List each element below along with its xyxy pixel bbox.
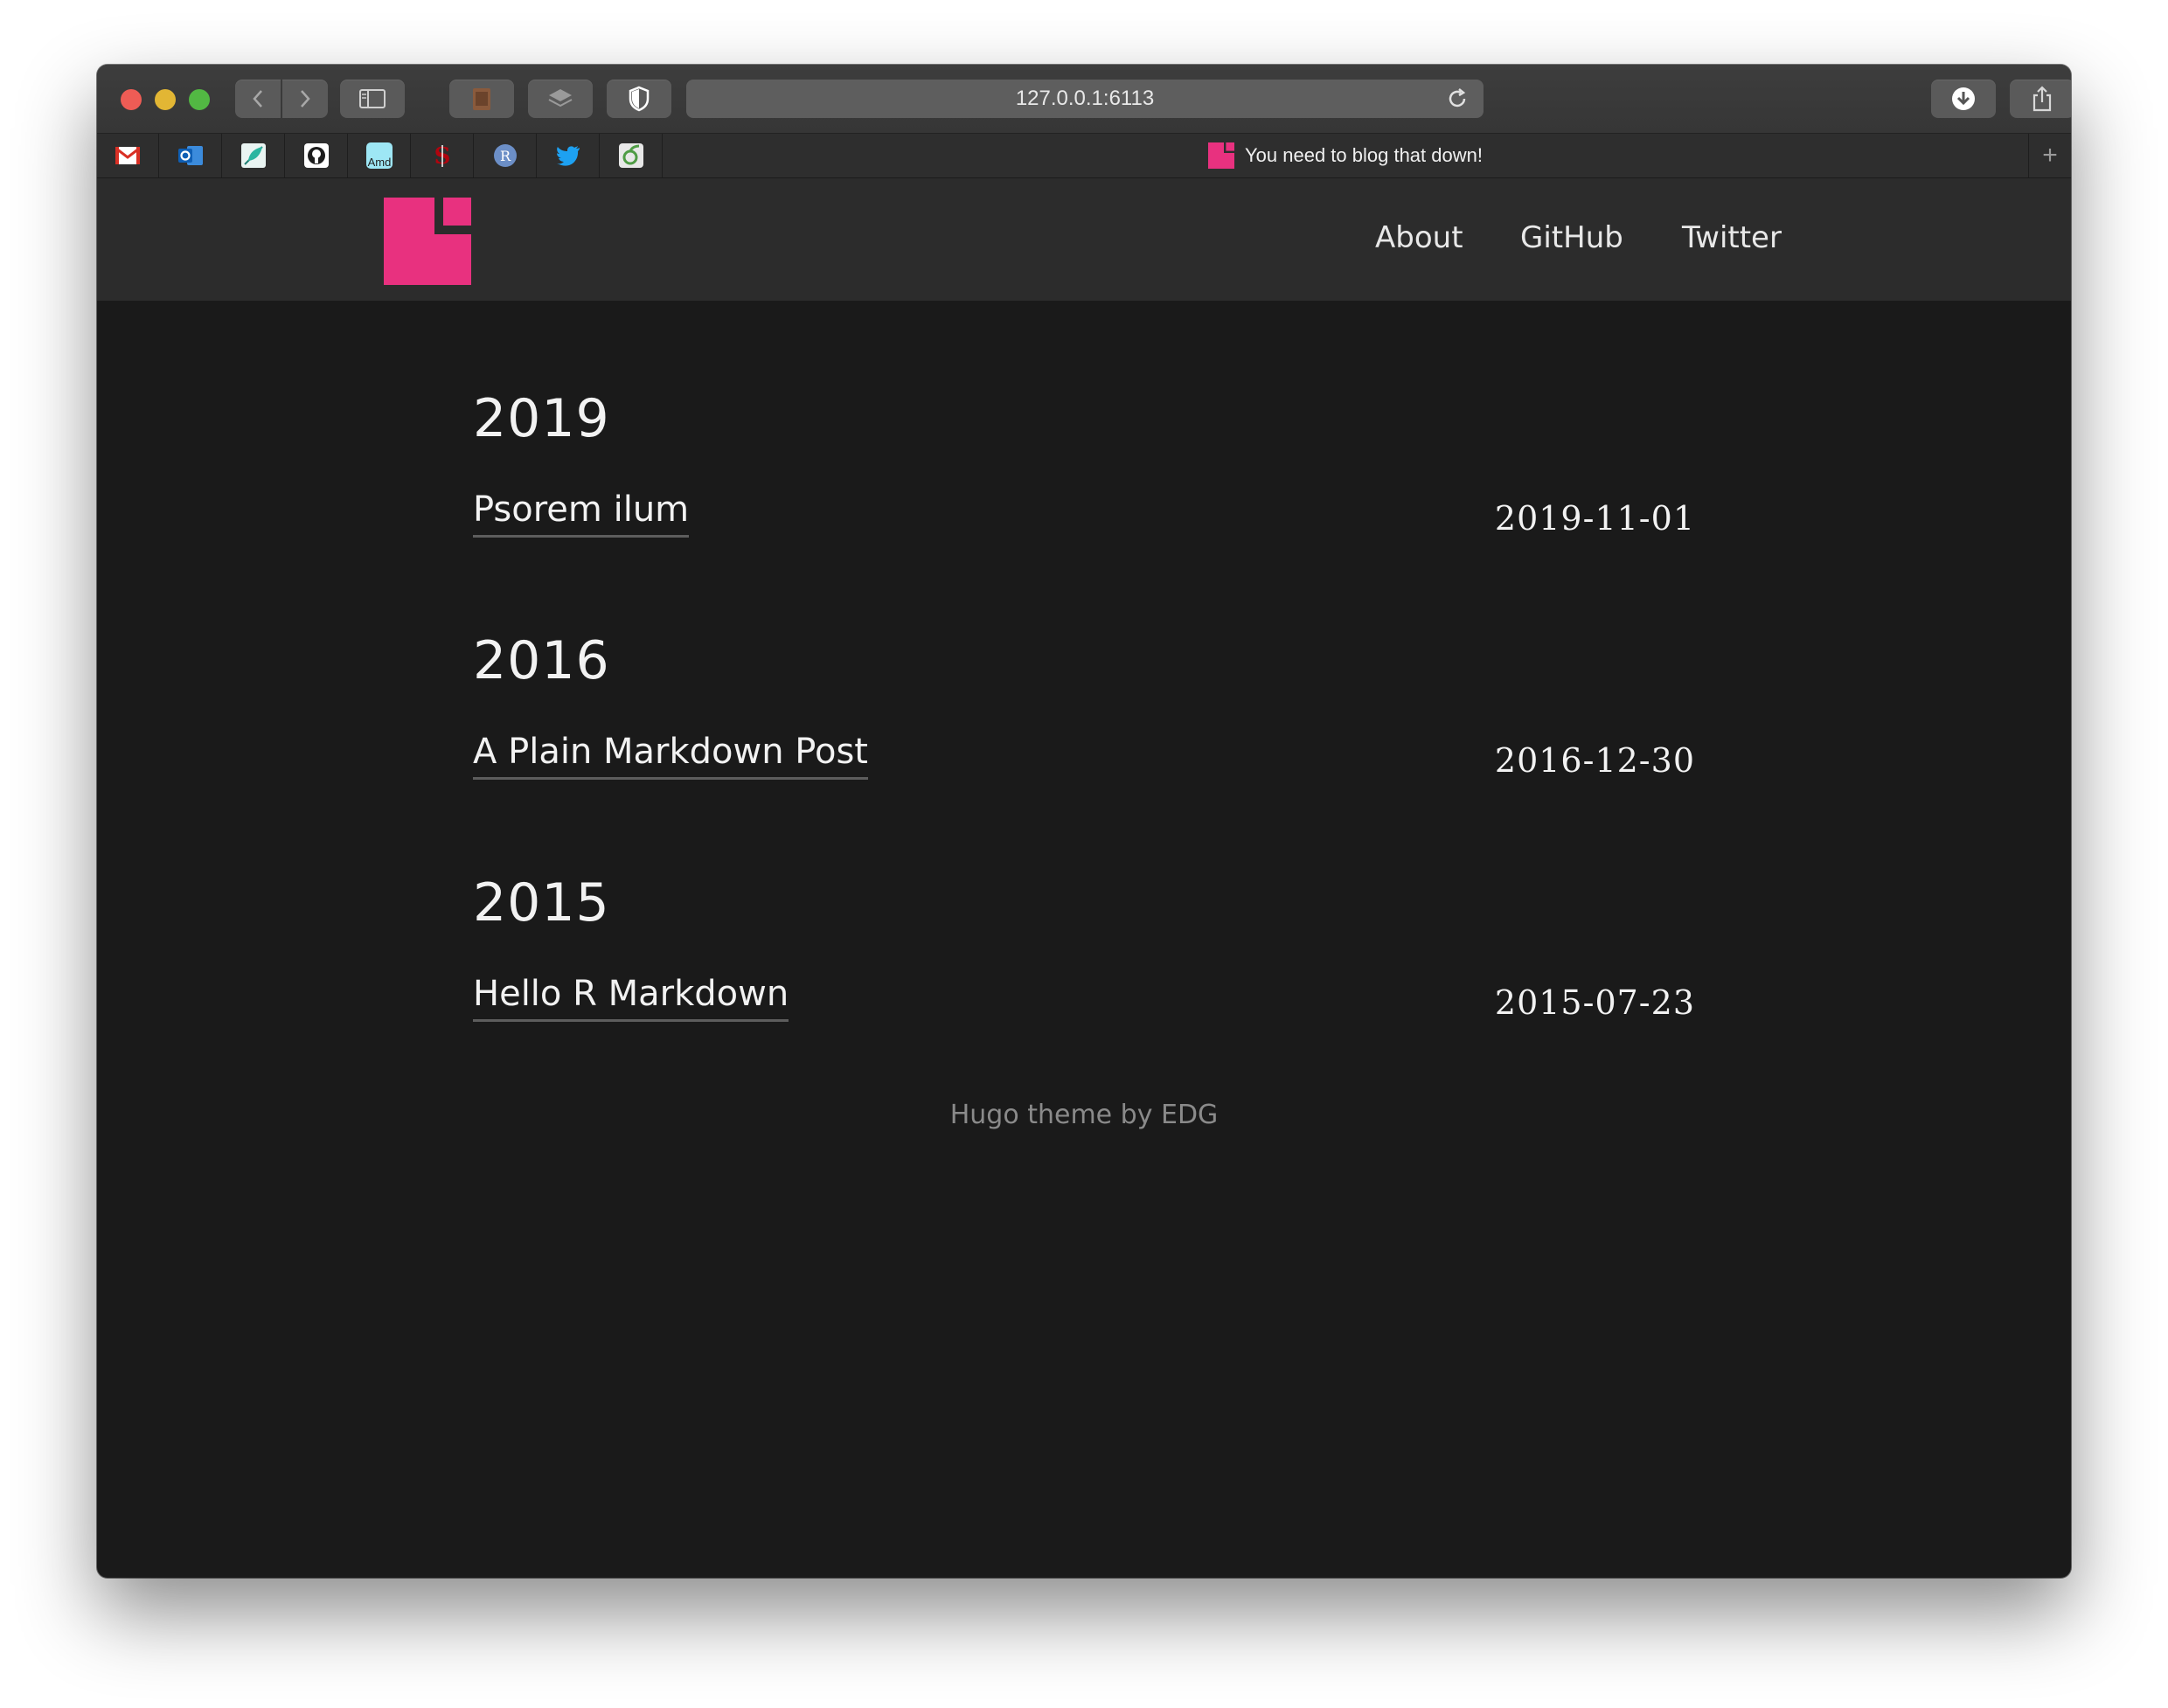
- post-link[interactable]: Hello R Markdown: [473, 974, 789, 1022]
- browser-toolbar: 127.0.0.1:6113: [97, 65, 2071, 134]
- post-date: 2016-12-30: [1494, 741, 1695, 780]
- share-button[interactable]: [2010, 80, 2071, 118]
- extension-button-1[interactable]: [449, 80, 514, 118]
- active-tab[interactable]: You need to blog that down!: [664, 134, 2027, 177]
- amd-icon: Amd: [366, 142, 393, 169]
- sidebar-icon: [359, 89, 386, 108]
- site-footer: Hugo theme by EDG: [949, 1100, 1219, 1130]
- forward-button[interactable]: [282, 80, 328, 118]
- bookmark-feather[interactable]: [223, 134, 285, 177]
- reload-icon[interactable]: [1445, 87, 1470, 111]
- year-heading: 2019: [473, 388, 610, 449]
- new-tab-button[interactable]: +: [2028, 134, 2071, 177]
- nav-twitter-link[interactable]: Twitter: [1682, 220, 1782, 255]
- privacy-button[interactable]: [607, 80, 671, 118]
- minimize-window-button[interactable]: [155, 89, 176, 110]
- chevron-right-icon: [301, 90, 310, 108]
- address-bar[interactable]: 127.0.0.1:6113: [686, 80, 1484, 118]
- browser-window: 127.0.0.1:6113 Amd S R You need to blog …: [97, 65, 2071, 1578]
- feather-icon: [241, 143, 266, 168]
- r-icon: R: [494, 144, 517, 167]
- close-window-button[interactable]: [121, 89, 142, 110]
- sidebar-toggle-button[interactable]: [340, 80, 405, 118]
- share-icon: [2032, 86, 2052, 112]
- site-favicon-icon: [1208, 142, 1234, 169]
- year-heading: 2015: [473, 872, 610, 934]
- nav-about-link[interactable]: About: [1375, 220, 1463, 255]
- github-icon: [304, 143, 329, 168]
- site-logo-icon[interactable]: [384, 198, 471, 285]
- bookmark-amd[interactable]: Amd: [349, 134, 411, 177]
- bookmark-gmail[interactable]: [97, 134, 159, 177]
- nav-github-link[interactable]: GitHub: [1520, 220, 1623, 255]
- plus-icon: +: [2042, 141, 2058, 170]
- post-link[interactable]: Psorem ilum: [473, 489, 690, 538]
- extension-button-2[interactable]: [528, 80, 593, 118]
- zoom-window-button[interactable]: [189, 89, 210, 110]
- download-icon: [1952, 87, 1975, 110]
- post-link[interactable]: A Plain Markdown Post: [473, 732, 868, 780]
- back-button[interactable]: [235, 80, 281, 118]
- downloads-button[interactable]: [1931, 80, 1996, 118]
- bookmark-stanford[interactable]: S: [412, 134, 474, 177]
- stanford-icon: S: [434, 143, 451, 169]
- outlook-icon: [178, 146, 203, 165]
- post-date: 2015-07-23: [1494, 983, 1695, 1022]
- overleaf-icon: [619, 143, 643, 168]
- layers-icon: [548, 89, 573, 108]
- tab-title: You need to blog that down!: [1245, 144, 1483, 166]
- chevron-left-icon: [253, 90, 262, 108]
- bookmark-twitter[interactable]: [538, 134, 600, 177]
- bookmark-github[interactable]: [286, 134, 348, 177]
- bookmark-overleaf[interactable]: [601, 134, 663, 177]
- shield-icon: [629, 86, 650, 112]
- svg-text:R: R: [500, 148, 511, 164]
- notebook-icon: [473, 88, 490, 110]
- year-heading: 2016: [473, 630, 610, 691]
- bookmark-r[interactable]: R: [475, 134, 537, 177]
- site-header: About GitHub Twitter: [97, 178, 2071, 301]
- bookmark-outlook[interactable]: [160, 134, 222, 177]
- url-text: 127.0.0.1:6113: [1015, 87, 1155, 110]
- gmail-icon: [115, 147, 140, 164]
- post-date: 2019-11-01: [1494, 499, 1695, 538]
- twitter-icon: [557, 146, 580, 166]
- tab-bar: Amd S R You need to blog that down! +: [97, 134, 2071, 178]
